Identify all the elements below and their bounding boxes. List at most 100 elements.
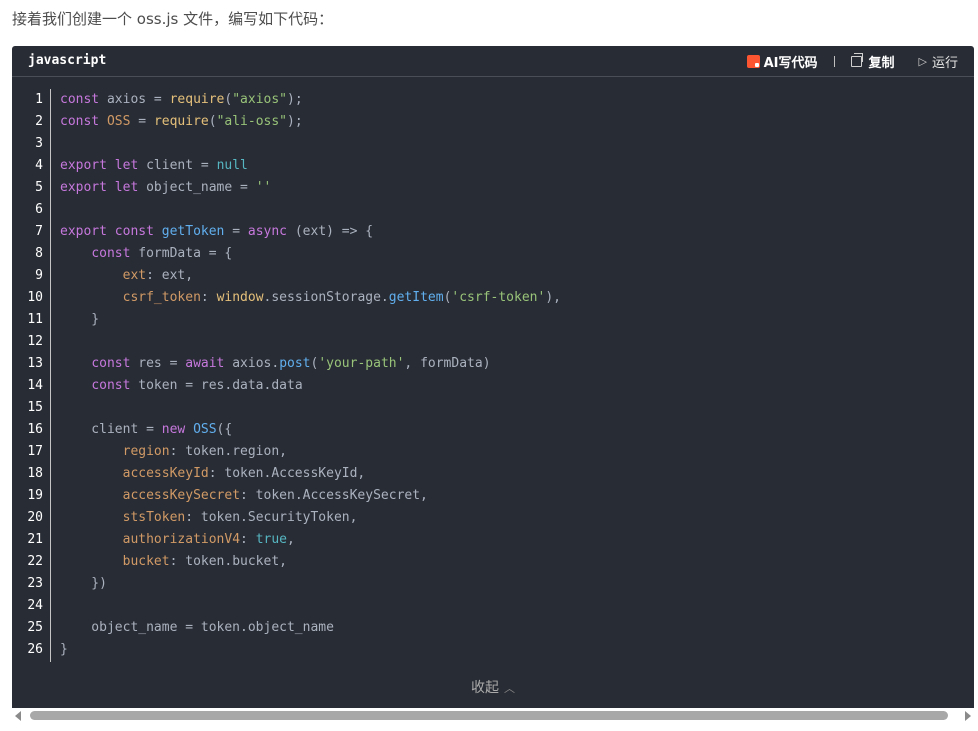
code-token: export xyxy=(60,224,107,239)
code-lines: 1 const axios = require("axios"); 2 const O… xyxy=(12,89,974,661)
line-number: 22 xyxy=(27,554,43,569)
code-token: , xyxy=(287,532,295,547)
line-number: 7 xyxy=(35,224,43,239)
code-token: stsToken xyxy=(122,510,186,525)
code-token: : token.AccessKeyId, xyxy=(208,466,366,481)
line-number: 13 xyxy=(27,356,43,371)
copy-button[interactable]: 复制 xyxy=(850,52,895,71)
code-token: ({ xyxy=(216,422,233,437)
code-line: 3 xyxy=(12,133,974,155)
code-token: true xyxy=(255,532,287,547)
code-token: getItem xyxy=(388,290,444,305)
code-line: 21 authorizationV4: true, xyxy=(12,529,974,551)
code-token: require xyxy=(169,92,225,107)
code-token: axios. xyxy=(224,356,280,371)
line-number: 23 xyxy=(27,576,43,591)
code-token: ( xyxy=(208,114,217,129)
code-token: ); xyxy=(287,92,303,107)
code-text: export let client = null xyxy=(60,155,248,177)
scrollbar-thumb[interactable] xyxy=(30,711,948,720)
code-block: javascript AI写代码 复制 ▷ 运行 1 const axios = … xyxy=(12,46,974,708)
code-token: 'your-path' xyxy=(318,356,405,371)
code-token: authorizationV4 xyxy=(122,532,241,547)
code-token: async xyxy=(247,224,288,239)
collapse-button[interactable]: 收起 ︿ xyxy=(12,677,974,697)
code-token: 'csrf-token' xyxy=(451,290,546,305)
horizontal-scrollbar[interactable] xyxy=(12,708,974,724)
code-token: '' xyxy=(255,180,272,195)
code-token: : xyxy=(200,290,217,305)
line-number: 3 xyxy=(35,136,43,151)
ai-write-code-button[interactable]: AI写代码 xyxy=(746,52,818,71)
code-line: 22 bucket: token.bucket, xyxy=(12,551,974,573)
code-line: 24 xyxy=(12,595,974,617)
line-number: 17 xyxy=(27,444,43,459)
ai-logo-icon xyxy=(746,55,760,68)
code-line: 5 export let object_name = '' xyxy=(12,177,974,199)
code-line: 12 xyxy=(12,331,974,353)
code-token: window xyxy=(216,290,264,305)
code-token: csrf_token xyxy=(122,290,201,305)
code-token: } xyxy=(60,312,100,327)
code-token: const xyxy=(91,356,131,371)
line-number: 5 xyxy=(35,180,43,195)
line-number: 15 xyxy=(27,400,43,415)
code-token: = xyxy=(130,114,154,129)
line-number: 19 xyxy=(27,488,43,503)
code-text: object_name = token.object_name xyxy=(60,617,334,639)
code-token: object_name = token.object_name xyxy=(60,620,334,635)
code-text: bucket: token.bucket, xyxy=(60,551,287,573)
line-number: 10 xyxy=(27,290,43,305)
copy-icon xyxy=(850,53,863,67)
code-line: 11 } xyxy=(12,309,974,331)
code-text: const formData = { xyxy=(60,243,232,265)
line-number: 8 xyxy=(35,246,43,261)
code-token: bucket xyxy=(122,554,170,569)
code-token: const xyxy=(60,92,100,107)
run-button[interactable]: ▷ 运行 xyxy=(895,52,958,71)
toolbar-actions: AI写代码 复制 ▷ 运行 xyxy=(746,52,958,71)
code-token: ext xyxy=(122,268,147,283)
code-text: const token = res.data.data xyxy=(60,375,303,397)
code-token: const xyxy=(60,114,100,129)
code-line: 18 accessKeyId: token.AccessKeyId, xyxy=(12,463,974,485)
code-token: const xyxy=(91,378,131,393)
code-line: 26} xyxy=(12,639,974,661)
code-token: region xyxy=(122,444,170,459)
copy-label: 复制 xyxy=(868,56,895,71)
line-number: 18 xyxy=(27,466,43,481)
code-token: new xyxy=(161,422,186,437)
code-text: authorizationV4: true, xyxy=(60,529,295,551)
code-token: }) xyxy=(60,576,107,591)
code-token: : token.AccessKeySecret, xyxy=(240,488,428,503)
code-token: : xyxy=(240,532,256,547)
code-token: , formData) xyxy=(404,356,491,371)
code-token: null xyxy=(216,158,248,173)
code-token: token = res.data.data xyxy=(130,378,303,393)
code-token: : ext, xyxy=(146,268,194,283)
scroll-left-icon[interactable] xyxy=(15,711,21,721)
line-number: 24 xyxy=(27,598,43,613)
line-number: 26 xyxy=(27,642,43,657)
code-text: stsToken: token.SecurityToken, xyxy=(60,507,358,529)
code-token: export xyxy=(60,158,107,173)
code-line: 14 const token = res.data.data xyxy=(12,375,974,397)
line-number: 9 xyxy=(35,268,43,283)
scroll-right-icon[interactable] xyxy=(965,711,971,721)
code-token: : token.bucket, xyxy=(169,554,287,569)
code-token: let xyxy=(114,180,139,195)
code-line: 2 const OSS = require("ali-oss"); xyxy=(12,111,974,133)
code-text: }) xyxy=(60,573,107,595)
